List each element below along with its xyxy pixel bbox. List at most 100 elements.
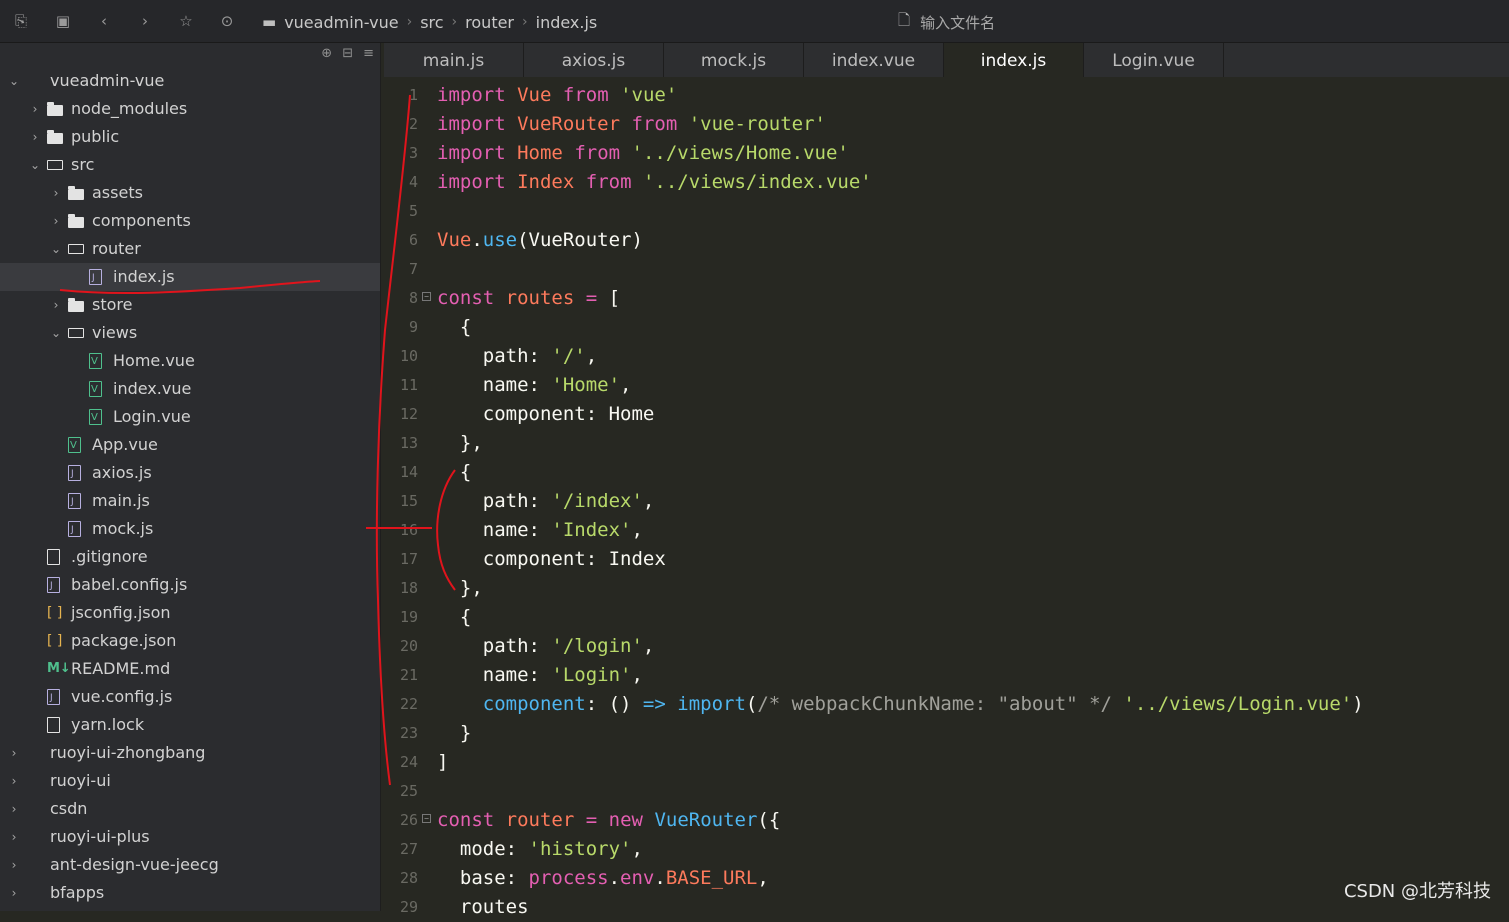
chevron-right-icon[interactable]: › xyxy=(50,179,62,207)
tree-item[interactable]: App.vue xyxy=(0,431,380,460)
tree-item-label: views xyxy=(92,323,138,342)
chevron-right-icon[interactable]: › xyxy=(29,123,41,151)
editor-tab[interactable]: index.js xyxy=(944,43,1084,77)
tree-item[interactable]: › ruoyi-ui-zhongbang xyxy=(0,739,380,767)
tree-item[interactable]: mock.js xyxy=(0,515,380,544)
file-search-input[interactable]: 🗋 输入文件名 xyxy=(898,10,995,34)
tree-item[interactable]: [ ] jsconfig.json xyxy=(0,599,380,627)
tree-item[interactable]: index.vue xyxy=(0,375,380,404)
tree-item[interactable]: axios.js xyxy=(0,459,380,488)
tree-item[interactable]: ⌄ vueadmin-vue xyxy=(0,67,380,95)
tree-item[interactable]: babel.config.js xyxy=(0,571,380,600)
code-token: 'vue' xyxy=(620,84,678,106)
code-area[interactable]: 1 import Vue from 'vue' 2 import VueRouter … xyxy=(384,81,1509,922)
fold-icon[interactable]: − xyxy=(422,292,431,301)
chevron-right-icon[interactable]: › xyxy=(50,291,62,319)
editor-tab[interactable]: Login.vue xyxy=(1084,43,1224,77)
code-token: from xyxy=(562,84,609,106)
code-token: => xyxy=(642,693,666,715)
tree-item-label: store xyxy=(92,295,133,314)
code-line: 5 xyxy=(384,197,1509,226)
vue-file-icon xyxy=(89,348,102,376)
tree-item[interactable]: vue.config.js xyxy=(0,683,380,712)
code-editor[interactable]: main.js axios.js mock.js index.vue index.js L… xyxy=(384,43,1509,918)
tree-item[interactable]: › public xyxy=(0,123,380,151)
tree-item[interactable]: Home.vue xyxy=(0,347,380,376)
tree-item[interactable]: M↓ README.md xyxy=(0,655,380,683)
code-token: name: xyxy=(437,664,552,686)
line-number: 21 xyxy=(399,666,418,684)
line-number: 26 xyxy=(399,811,418,829)
tree-item[interactable]: › store xyxy=(0,291,380,319)
breadcrumb-item[interactable]: index.js xyxy=(536,13,598,32)
code-line: 23 } xyxy=(384,719,1509,748)
tree-item[interactable]: › node_modules xyxy=(0,95,380,123)
tree-item[interactable]: yarn.lock xyxy=(0,711,380,739)
editor-tabs: main.js axios.js mock.js index.vue index.js L… xyxy=(384,43,1509,77)
collapse-all-icon[interactable]: ⊟ xyxy=(342,46,353,61)
fold-icon[interactable]: − xyxy=(422,814,431,823)
tree-item[interactable]: index.js xyxy=(0,263,380,292)
tree-item-label: public xyxy=(71,127,120,146)
line-number: 8 xyxy=(408,289,418,307)
code-token: . xyxy=(654,867,666,889)
code-text: { xyxy=(437,458,471,487)
tree-item[interactable]: › components xyxy=(0,207,380,235)
editor-tab[interactable]: main.js xyxy=(384,43,524,77)
line-number: 7 xyxy=(408,260,418,278)
save-icon[interactable]: ▣ xyxy=(54,12,72,30)
chevron-down-icon[interactable]: ⌄ xyxy=(50,235,62,263)
project-icon xyxy=(26,73,42,89)
line-number: 18 xyxy=(399,579,418,597)
chevron-right-icon[interactable]: › xyxy=(8,739,20,767)
folder-icon xyxy=(47,102,63,116)
chevron-down-icon[interactable]: ⌄ xyxy=(8,67,20,95)
folder-icon xyxy=(68,298,84,312)
tree-item[interactable]: Login.vue xyxy=(0,403,380,432)
chevron-right-icon[interactable]: › xyxy=(50,207,62,235)
tree-item[interactable]: › assets xyxy=(0,179,380,207)
back-icon[interactable]: ‹ xyxy=(95,12,113,30)
tree-item[interactable]: › bfapps xyxy=(0,879,380,907)
tree-item[interactable]: › ruoyi-ui-plus xyxy=(0,823,380,851)
tree-item[interactable]: ⌄ views xyxy=(0,319,380,347)
menu-icon[interactable]: ≡ xyxy=(363,46,374,61)
save-all-icon[interactable]: ⎘ xyxy=(12,12,30,30)
code-text: name: 'Index', xyxy=(437,516,643,545)
locate-icon[interactable]: ⊕ xyxy=(321,46,332,61)
tree-item[interactable]: › ruoyi-ui xyxy=(0,767,380,795)
tree-item[interactable]: › csdn xyxy=(0,795,380,823)
chevron-right-icon[interactable]: › xyxy=(8,767,20,795)
breadcrumb-item[interactable]: src xyxy=(420,13,443,32)
tree-item[interactable]: main.js xyxy=(0,487,380,516)
tree-item[interactable]: › ant-design-vue-jeecg xyxy=(0,851,380,879)
breadcrumb-item[interactable]: router xyxy=(465,13,514,32)
js-file-icon xyxy=(47,684,60,712)
chevron-right-icon[interactable]: › xyxy=(8,795,20,823)
breadcrumb-item[interactable]: vueadmin-vue xyxy=(284,13,398,32)
top-toolbar: ⎘ ▣ ‹ › ☆ ⊙ ▬ vueadmin-vue › src › route… xyxy=(0,0,1509,43)
tree-item[interactable]: [ ] package.json xyxy=(0,627,380,655)
tree-item[interactable]: ⌄ src xyxy=(0,151,380,179)
forward-icon[interactable]: › xyxy=(136,12,154,30)
chevron-down-icon[interactable]: ⌄ xyxy=(29,151,41,179)
chevron-down-icon[interactable]: ⌄ xyxy=(50,319,62,347)
chevron-right-icon[interactable]: › xyxy=(8,823,20,851)
run-icon[interactable]: ⊙ xyxy=(218,12,236,30)
tree-item-label: babel.config.js xyxy=(71,575,188,594)
chevron-right-icon[interactable]: › xyxy=(8,879,20,907)
chevron-right-icon[interactable]: › xyxy=(8,851,20,879)
tree-item[interactable]: .gitignore xyxy=(0,543,380,571)
star-icon[interactable]: ☆ xyxy=(177,12,195,30)
tree-item[interactable]: ⌄ router xyxy=(0,235,380,263)
json-file-icon: [ ] xyxy=(47,605,63,621)
folder-icon xyxy=(68,214,84,228)
line-number: 19 xyxy=(399,608,418,626)
editor-tab[interactable]: index.vue xyxy=(804,43,944,77)
editor-tab[interactable]: mock.js xyxy=(664,43,804,77)
editor-tab[interactable]: axios.js xyxy=(524,43,664,77)
chevron-right-icon[interactable]: › xyxy=(29,95,41,123)
